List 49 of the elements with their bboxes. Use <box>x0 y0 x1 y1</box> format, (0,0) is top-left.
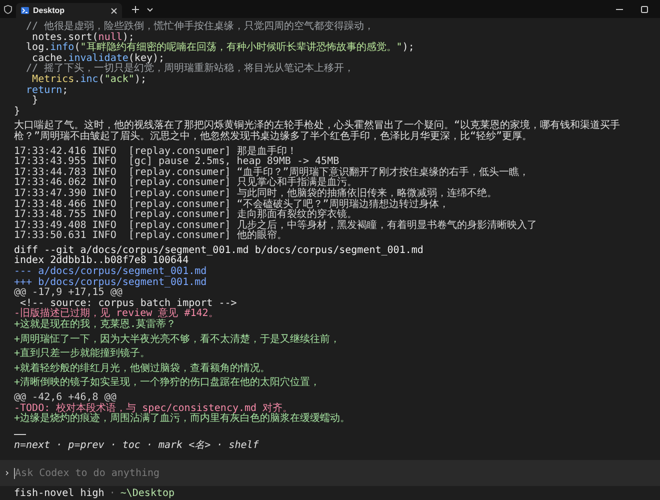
removed-line: -旧版描述已过期，见 review 意见 #142。 <box>14 309 220 320</box>
maximize-icon[interactable] <box>641 6 648 13</box>
log-line: 17:33:46.062 INFO [replay.consumer] 只见掌心和手指满是血污。 <box>14 178 357 188</box>
key-hint: n=next · p=prev · toc · mark <名> · shelf <box>14 440 260 452</box>
code-line: // 摇了下头，一切只是幻觉，周明瑞重新站稳，将目光从笔记本上移开， <box>25 64 356 74</box>
code-line: cache.invalidate(key); <box>32 54 165 64</box>
hunk-header: @@ -42,6 +46,8 @@ <box>14 393 118 403</box>
added-line: +这就是现在的我，克莱恩.莫雷蒂？ <box>14 320 178 331</box>
prompt-field[interactable]: › Ask Codex to do anything <box>0 460 660 486</box>
terminal-icon <box>21 7 29 14</box>
prompt-marker: › <box>4 466 10 480</box>
log-line: 17:33:49.408 INFO [replay.consumer] 几步之后，中等身材，黑发褐瞳，有着明显书卷气的身影清晰映入了 <box>14 220 538 231</box>
prompt-input[interactable]: Ask Codex to do anything <box>15 466 416 480</box>
terminal-tab[interactable]: Desktop <box>16 3 122 18</box>
added-line: +边缘是烧灼的痕迹，周围沾满了血污，而内里有灰白色的脑浆在缓缓蠕动。 <box>14 414 352 425</box>
separator: · <box>109 486 116 500</box>
path-label: ~\Desktop <box>120 486 175 500</box>
diff-header: diff --git a/docs/corpus/segment_001.md b/docs/corpus/segment_001.md <box>14 246 424 256</box>
chevron-down-icon[interactable] <box>147 8 153 12</box>
code-line: } <box>14 106 22 118</box>
added-line: +就着轻纱般的绯红月光，他侧过脑袋，查看额角的情况。 <box>14 364 272 374</box>
code-line: } <box>31 96 40 107</box>
close-icon[interactable] <box>111 8 117 14</box>
shield-icon[interactable] <box>4 5 12 14</box>
log-line: 17:33:48.755 INFO [replay.consumer] 走向那面有裂纹的穿衣镜。 <box>14 210 357 220</box>
log-line: 17:33:43.955 INFO [gc] pause 2.5ms, heap 89MB -> 45MB <box>14 157 340 168</box>
removed-line: -TODO: 校对本段术语，与 spec/consistency.md 对齐。 <box>14 404 293 414</box>
diff-file-line: --- a/docs/corpus/segment_001.md <box>14 267 208 278</box>
prose-paragraph: 大口喘起了气。这时，他的视线落在了那把闪烁黄铜光泽的左轮手枪处，心头霍然冒出了一个疑问。“以克莱恩的家境，哪有钱和渠道买手枪？”周明瑞不由皱起了眉头。沉思之中，他忽然发现书桌边缘多了半个红色手印，色泽比月华更深，比“轻纱”更厚。 <box>14 121 622 143</box>
code-line: log.info("耳畔隐约有细密的呢喃在回荡，有种小时候听长辈讲恐怖故事的感觉。"); <box>25 43 416 54</box>
log-line: 17:33:42.416 INFO [replay.consumer] 那是血手印！ <box>14 146 298 157</box>
diff-file-line: +++ b/docs/corpus/segment_001.md <box>14 278 208 288</box>
diff-context-line: <!-- source: corpus batch import --> <box>19 298 238 309</box>
log-line: 17:33:47.390 INFO [replay.consumer] 与此同时，他脑袋的抽痛依旧传来，略微减弱，连绵不绝。 <box>14 188 498 199</box>
tab-title: Desktop <box>33 4 66 16</box>
code-line: // 他很是虚弱，险些跌倒，慌忙伸手按住桌缘，只觉四周的空气都变得躁动， <box>25 22 376 32</box>
hunk-header: @@ -17,9 +17,15 @@ <box>14 288 122 298</box>
profile-label: fish-novel high <box>14 486 104 500</box>
diff-header: index 2ddbb1b..b08f7e8 100644 <box>14 256 189 266</box>
code-line: return; <box>25 86 70 96</box>
log-line: 17:33:48.466 INFO [replay.consumer] “不会磕破头了吧？”周明瑞边猜想边转过身体， <box>14 200 450 210</box>
added-line: +清晰倒映的镜子如实呈现，一个狰狞的伤口盘踞在他的太阳穴位置， <box>14 378 322 389</box>
code-line: notes.sort(null); <box>32 32 134 43</box>
log-line: 17:33:50.631 INFO [replay.consumer] 他的眼帘。 <box>14 231 288 242</box>
plus-icon[interactable] <box>132 6 139 13</box>
added-line: +周明瑞怔了一下，因为大半夜光亮不够，看不太清楚，于是又继续往前， <box>14 334 342 346</box>
log-line: 17:33:44.783 INFO [replay.consumer] “血手印？”周明瑞下意识翻开了刚才按住桌缘的右手，低头一瞧， <box>14 168 530 178</box>
code-line: Metrics.inc("ack"); <box>31 74 148 86</box>
added-line: +直到只差一步就能撞到镜子。 <box>14 349 152 360</box>
